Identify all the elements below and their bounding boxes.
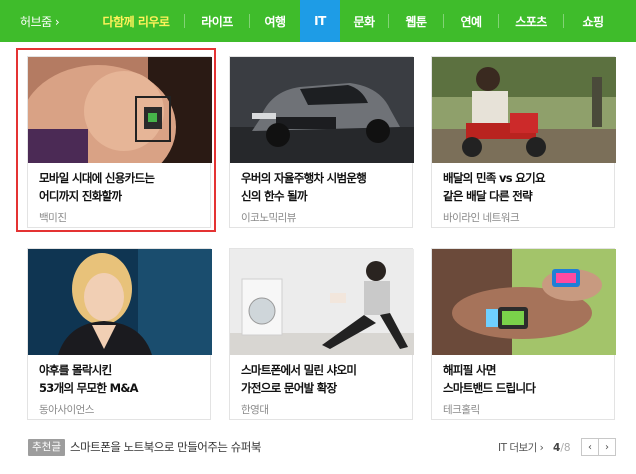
article-title[interactable]: 야후를 몰락시킨 53개의 무모한 M&A <box>39 361 209 397</box>
article-thumbnail[interactable] <box>230 249 414 355</box>
article-source: 동아사이언스 <box>39 404 94 416</box>
article-title[interactable]: 우버의 자율주행차 시범운행 신의 한수 될까 <box>241 169 411 205</box>
chevron-left-icon: ‹ <box>588 441 592 453</box>
tab-rio[interactable]: 다함께 리우로 <box>88 0 184 42</box>
article-card-xiaomi[interactable]: 스마트폰에서 밀린 샤오미 가전으로 문어발 확장 한영대 <box>229 248 414 420</box>
next-page-button[interactable]: › <box>598 438 616 456</box>
page-indicator: 4/8 <box>553 440 571 456</box>
tab-shopping[interactable]: 쇼핑 <box>564 0 622 42</box>
selection-highlight-box <box>16 48 216 232</box>
article-thumbnail[interactable] <box>28 249 212 355</box>
hubzoom-link[interactable]: 허브줌 › <box>0 13 88 30</box>
tab-entertainment[interactable]: 연예 <box>444 0 498 42</box>
article-card-yahoo[interactable]: 야후를 몰락시킨 53개의 무모한 M&A 동아사이언스 <box>27 248 212 420</box>
recommended-article-link[interactable]: 스마트폰을 노트북으로 만들어주는 슈퍼북 <box>70 439 261 456</box>
tab-sports[interactable]: 스포츠 <box>499 0 563 42</box>
prev-page-button[interactable]: ‹ <box>581 438 599 456</box>
page-total: /8 <box>560 442 571 454</box>
article-title[interactable]: 해피필 사면 스마트밴드 드립니다 <box>443 361 613 397</box>
tab-culture[interactable]: 문화 <box>340 0 388 42</box>
tab-it[interactable]: IT <box>300 0 340 42</box>
article-card-uber[interactable]: 우버의 자율주행차 시범운행 신의 한수 될까 이코노믹리뷰 <box>229 56 414 228</box>
article-title[interactable]: 스마트폰에서 밀린 샤오미 가전으로 문어발 확장 <box>241 361 411 397</box>
article-card-delivery[interactable]: 배달의 민족 vs 요기요 같은 배달 다른 전략 바이라인 네트워크 <box>431 56 616 228</box>
category-tabs: 다함께 리우로 라이프 여행 IT 문화 웹툰 연예 스포츠 쇼핑 <box>88 0 622 42</box>
article-source: 이코노믹리뷰 <box>241 212 296 224</box>
article-thumbnail[interactable] <box>230 57 414 163</box>
it-more-link[interactable]: IT 더보기 › <box>498 440 544 456</box>
article-source: 바이라인 네트워크 <box>443 212 520 224</box>
category-nav-bar: 허브줌 › 다함께 리우로 라이프 여행 IT 문화 웹툰 연예 스포츠 쇼핑 <box>0 0 636 42</box>
article-card-smartband[interactable]: 해피필 사면 스마트밴드 드립니다 테크홀릭 <box>431 248 616 420</box>
article-title[interactable]: 배달의 민족 vs 요기요 같은 배달 다른 전략 <box>443 169 613 205</box>
tab-travel[interactable]: 여행 <box>250 0 300 42</box>
recommended-badge: 추천글 <box>28 439 65 456</box>
tab-life[interactable]: 라이프 <box>185 0 249 42</box>
article-thumbnail[interactable] <box>432 249 616 355</box>
article-source: 테크홀릭 <box>443 404 480 416</box>
chevron-right-icon: › <box>605 441 609 453</box>
tab-webtoon[interactable]: 웹툰 <box>389 0 443 42</box>
article-thumbnail[interactable] <box>432 57 616 163</box>
article-source: 한영대 <box>241 404 269 416</box>
